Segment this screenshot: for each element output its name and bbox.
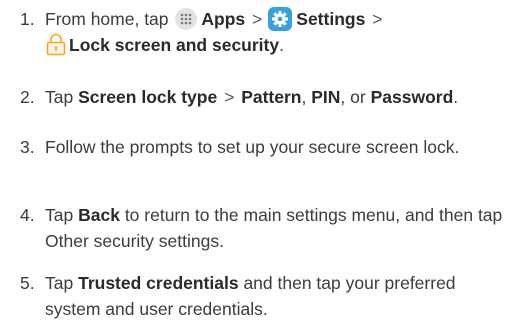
step-text: Tap Back to return to the main settings … <box>45 202 506 254</box>
or-text: , or <box>340 87 366 107</box>
step-number: 2. <box>20 87 35 107</box>
trusted-credentials-label: Trusted credentials <box>78 273 239 293</box>
step-text: Tap Screen lock type > Pattern, PIN, or … <box>45 84 506 110</box>
password-label: Password <box>370 87 454 107</box>
step-text: From home, tap Apps > Settings > Lock sc… <box>45 6 506 58</box>
step-number: 1. <box>20 9 35 29</box>
breadcrumb-separator: > <box>252 9 263 29</box>
lock-icon <box>45 32 67 56</box>
breadcrumb-separator: > <box>224 87 235 107</box>
comma: , <box>301 87 307 107</box>
settings-gear-icon <box>268 7 293 31</box>
step-text-prefix: Tap <box>45 273 74 293</box>
pin-label: PIN <box>311 87 341 107</box>
instruction-steps: 1. From home, tap Apps > Settings > Lock… <box>0 0 512 322</box>
back-label: Back <box>78 205 120 225</box>
step-text-suffix: . <box>279 35 284 55</box>
step-number: 4. <box>20 205 35 225</box>
breadcrumb-separator: > <box>372 9 383 29</box>
step-text-prefix: Tap <box>45 87 74 107</box>
step-text: Tap Trusted credentials and then tap you… <box>45 270 506 322</box>
settings-label: Settings <box>296 9 366 29</box>
step-number: 3. <box>20 137 35 157</box>
apps-grid-icon <box>175 8 198 30</box>
step-text-prefix: From home, tap <box>45 9 169 29</box>
pattern-label: Pattern <box>241 87 302 107</box>
step-number: 5. <box>20 273 35 293</box>
lock-screen-label: Lock screen and security <box>69 35 280 55</box>
step-text-suffix: . <box>453 87 459 107</box>
step-text-prefix: Tap <box>45 205 74 225</box>
screen-lock-type-label: Screen lock type <box>78 87 218 107</box>
apps-label: Apps <box>201 9 246 29</box>
step-text: Follow the prompts to set up your secure… <box>45 137 460 157</box>
